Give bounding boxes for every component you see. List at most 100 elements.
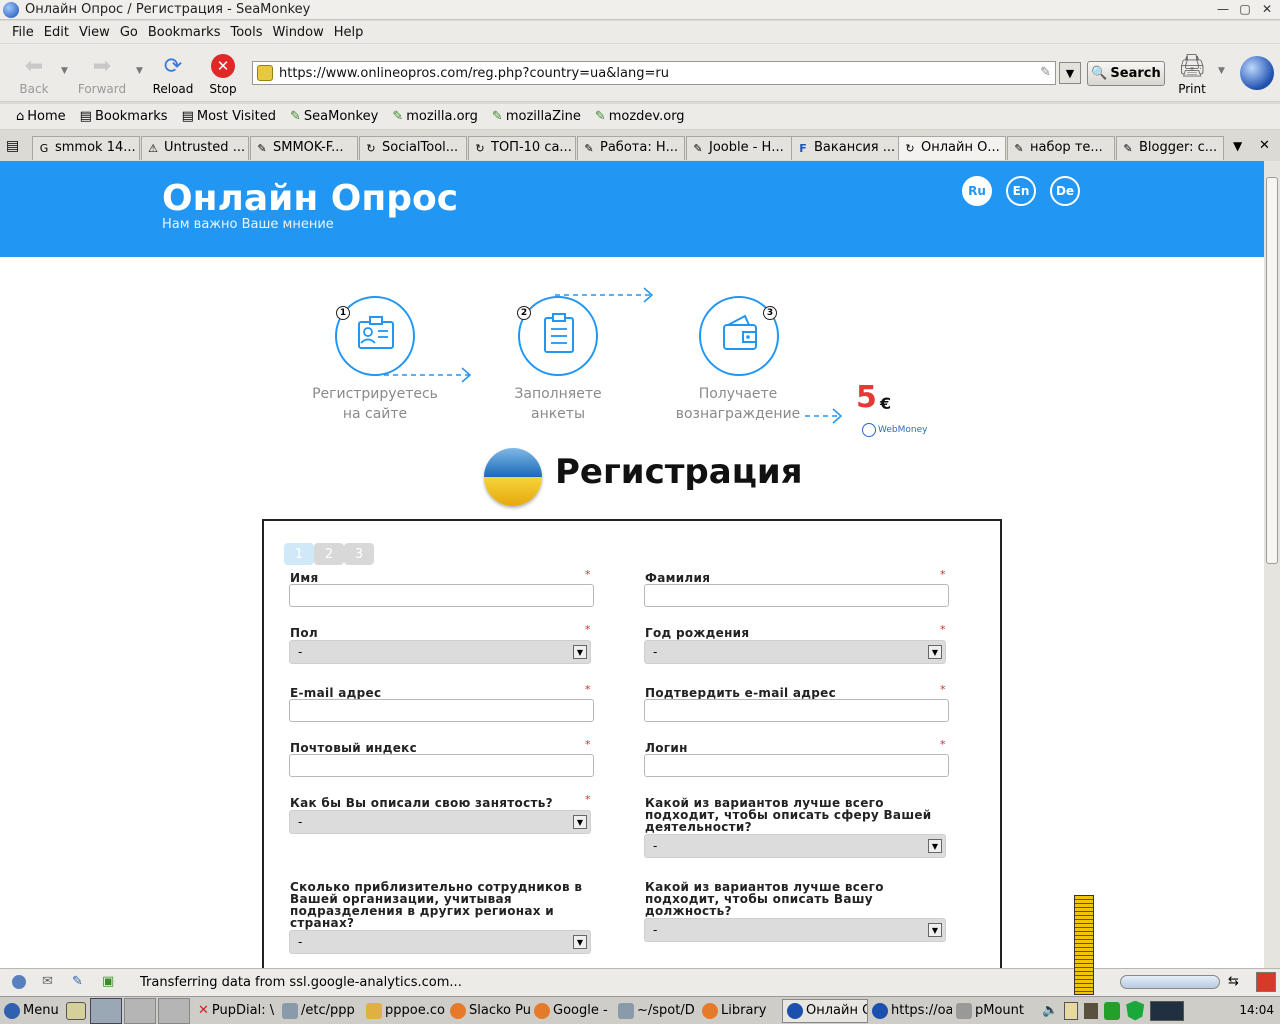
forward-button[interactable]: ➡ Forward (77, 52, 127, 97)
window-titlebar: Онлайн Опрос / Регистрация - SeaMonkey —… (0, 0, 1280, 20)
employees-select[interactable]: - ▼ (289, 930, 591, 954)
bookmark-most-visited[interactable]: ▤ Most Visited (182, 109, 276, 124)
first-name-label: Имя (290, 571, 319, 585)
tab-smmok[interactable]: Gsmmok 14... (32, 136, 140, 160)
taskbar-item-spot[interactable]: ~/spot/D (614, 1002, 698, 1019)
scrollbar-thumb[interactable] (1266, 177, 1278, 564)
tab-jooble[interactable]: ✎ Jooble - Н... (686, 136, 794, 160)
taskbar-item-online-opros[interactable]: Онлайн О (782, 998, 868, 1023)
minimize-button[interactable]: — (1216, 2, 1230, 16)
birth-year-select[interactable]: - ▼ (644, 640, 946, 664)
close-window-button[interactable]: ✕ (1260, 2, 1274, 16)
postcode-label: Почтовый индекс (290, 741, 418, 755)
bookmark-page-icon[interactable]: ✎ (1040, 65, 1051, 80)
back-dropdown-icon[interactable]: ▼ (61, 66, 68, 76)
bookmark-link-icon: ✎ (392, 109, 404, 124)
disk-icon[interactable] (1104, 1001, 1121, 1020)
tab-top10[interactable]: ↻ ТОП-10 са... (468, 136, 576, 160)
stop-button[interactable]: ✕ Stop (198, 52, 248, 96)
url-history-dropdown[interactable]: ▼ (1059, 62, 1081, 84)
menu-edit[interactable]: Edit (44, 25, 69, 40)
menu-view[interactable]: View (79, 25, 110, 40)
sphere-select[interactable]: - ▼ (644, 834, 946, 858)
menu-bookmarks[interactable]: Bookmarks (148, 25, 221, 40)
bookmark-bookmarks[interactable]: ▤ Bookmarks (80, 109, 168, 124)
position-select[interactable]: - ▼ (644, 918, 946, 942)
birth-year-label: Год рождения (645, 626, 750, 640)
first-name-input[interactable] (289, 584, 594, 607)
occupation-select[interactable]: - ▼ (289, 810, 591, 834)
desktop-pager-2[interactable] (124, 997, 156, 1024)
taskbar-item-library[interactable]: Library (698, 1002, 782, 1019)
network-meter (1074, 895, 1094, 995)
desktop-pager-3[interactable] (158, 997, 190, 1024)
forward-dropdown-icon[interactable]: ▼ (136, 66, 143, 76)
login-input[interactable] (644, 754, 949, 777)
form-step-2[interactable]: 2 (314, 543, 344, 565)
bookmark-seamonkey[interactable]: ✎ SeaMonkey (290, 109, 378, 124)
tab-list-dropdown-icon[interactable]: ▼ (1233, 139, 1242, 153)
form-step-3[interactable]: 3 (344, 543, 374, 565)
email-confirm-input[interactable] (644, 699, 949, 722)
menu-help[interactable]: Help (334, 25, 364, 40)
menu-file[interactable]: File (12, 25, 34, 40)
mail-icon[interactable]: ✉ (42, 974, 53, 989)
taskbar-item-pupdial[interactable]: ✕ PupDial: \ (194, 1003, 278, 1018)
address-book-icon[interactable]: ▣ (102, 974, 114, 989)
page-icon: ✎ (257, 141, 267, 155)
tab-rabota[interactable]: ✎ Работа: Н... (577, 136, 685, 160)
email-input[interactable] (289, 699, 594, 722)
clock[interactable]: 14:04 (1239, 1003, 1274, 1017)
step-label-line: Заполняете (514, 386, 602, 402)
firewall-shield-icon[interactable] (1126, 1000, 1145, 1021)
print-dropdown-icon[interactable]: ▼ (1218, 66, 1225, 76)
reload-button[interactable]: ⟳ Reload (148, 52, 198, 97)
notes-icon[interactable] (66, 1001, 86, 1020)
search-button[interactable]: 🔍 Search (1087, 61, 1165, 86)
composer-icon[interactable]: ✎ (72, 974, 83, 989)
maximize-button[interactable]: ▢ (1238, 2, 1252, 16)
clipboard-icon[interactable] (1064, 1001, 1079, 1020)
taskbar-item-google[interactable]: Google - (530, 1002, 614, 1019)
tab-blogger[interactable]: ✎ Blogger: с... (1116, 136, 1224, 160)
taskbar-item-https[interactable]: https://oa (868, 1002, 952, 1019)
taskbar-item-slacko[interactable]: Slacko Pu (446, 1002, 530, 1019)
label-line: должность? (645, 904, 732, 918)
gender-label: Пол (290, 626, 318, 640)
desktop-pager-1[interactable] (90, 997, 122, 1024)
last-name-input[interactable] (644, 584, 949, 607)
menu-go[interactable]: Go (120, 25, 138, 40)
bookmark-home[interactable]: ⌂ Home (16, 109, 66, 124)
bookmark-mozilla-org[interactable]: ✎ mozilla.org (392, 109, 478, 124)
volume-icon[interactable]: 🔈 (1042, 1003, 1058, 1018)
url-field[interactable]: https://www.onlineopros.com/reg.php?coun… (252, 61, 1056, 85)
vertical-scrollbar[interactable] (1264, 161, 1280, 968)
tab-nabor[interactable]: ✎ набор те... (1007, 136, 1115, 160)
start-menu-button[interactable]: Menu (0, 1002, 66, 1019)
online-status-icon[interactable] (12, 975, 26, 989)
tab-online-opros[interactable]: ↻ Онлайн О... (898, 136, 1006, 160)
back-button[interactable]: ⬅ Back (9, 52, 59, 97)
tab-smmok-f[interactable]: ✎ SMMOK-F... (250, 136, 358, 160)
taskbar-item-etc-ppp[interactable]: /etc/ppp (278, 1002, 362, 1019)
security-lock-icon[interactable] (1256, 972, 1276, 992)
taskbar-label: /etc/ppp (301, 1003, 355, 1018)
form-step-1[interactable]: 1 (284, 543, 314, 565)
gender-select[interactable]: - ▼ (289, 640, 591, 664)
menu-window[interactable]: Window (273, 25, 324, 40)
taskbar-item-pppoe[interactable]: pppoe.co (362, 1002, 446, 1019)
print-button[interactable]: 🖨 Print (1167, 52, 1217, 97)
menu-tools[interactable]: Tools (230, 25, 262, 40)
tab-vakansiya[interactable]: F Вакансия ... (791, 136, 899, 160)
bookmark-mozillazine[interactable]: ✎ mozillaZine (492, 109, 581, 124)
tab-socialtool[interactable]: ↻ SocialTool... (359, 136, 467, 160)
tab-label: Онлайн О... (921, 140, 1000, 155)
site-identity-icon[interactable] (257, 65, 273, 81)
tab-label: набор те... (1030, 140, 1103, 155)
taskbar-item-pmount[interactable]: pMount (952, 1002, 1036, 1019)
bookmark-mozdev[interactable]: ✎ mozdev.org (595, 109, 685, 124)
tab-untrusted[interactable]: ⚠ Untrusted ... (141, 136, 249, 160)
postcode-input[interactable] (289, 754, 594, 777)
close-tab-icon[interactable]: ✕ (1259, 138, 1270, 153)
new-tab-icon[interactable]: ▤ (6, 138, 19, 154)
